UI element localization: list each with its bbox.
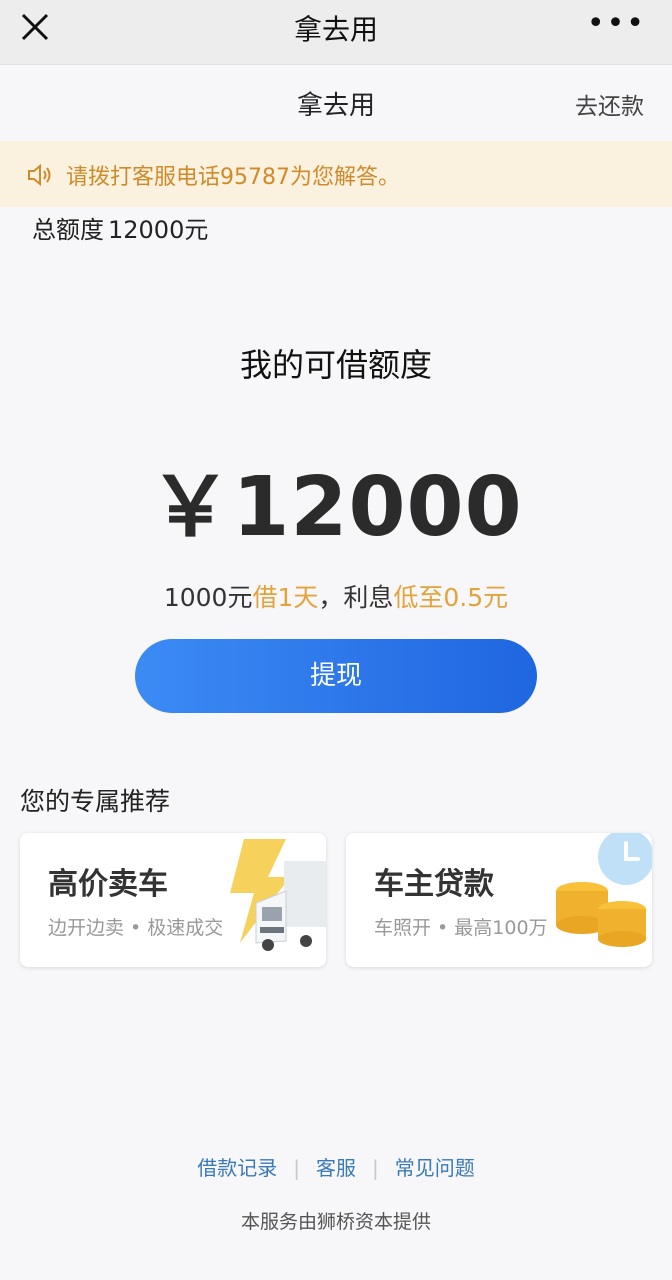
notice-text: 请拨打客服电话95787为您解答。 <box>66 165 400 190</box>
available-credit-amount: ￥12000 <box>149 460 523 555</box>
card-subtitle: 边开边卖 • 极速成交 <box>48 917 224 939</box>
interest-rate-text: 1000元借1天，利息低至0.5元 <box>0 578 672 614</box>
customer-service-link[interactable]: 客服 <box>316 1152 356 1181</box>
link-divider: | <box>293 1156 300 1180</box>
total-credit-value: 12000元 <box>108 216 209 244</box>
repay-link[interactable]: 去还款 <box>575 87 644 121</box>
card-title: 高价卖车 <box>48 867 168 902</box>
coins-icon <box>556 833 652 947</box>
total-credit: 总额度 12000元 <box>28 210 208 245</box>
recommend-title: 您的专属推荐 <box>20 787 171 816</box>
window-title: 拿去用 <box>293 13 378 46</box>
page-header: 拿去用 去还款 <box>0 65 672 141</box>
card-subtitle: 车照开 • 最高100万 <box>374 917 548 939</box>
faq-link[interactable]: 常见问题 <box>395 1152 475 1181</box>
recommend-card-car-loan[interactable]: 车主贷款 车照开 • 最高100万 <box>346 833 652 967</box>
more-options-icon[interactable]: ••• <box>587 6 646 41</box>
rate-highlight-interest: 低至0.5元 <box>393 583 509 612</box>
provider-footer: 本服务由狮桥资本提供 <box>240 1211 431 1233</box>
available-credit-label: 我的可借额度 <box>239 346 432 384</box>
page-title: 拿去用 <box>296 91 375 121</box>
wechat-title-bar: 拿去用 ••• <box>0 0 672 65</box>
recommend-card-sell-car[interactable]: 高价卖车 边开边卖 • 极速成交 <box>20 833 326 967</box>
speaker-icon <box>28 163 51 187</box>
total-credit-label: 总额度 <box>32 216 104 244</box>
card-title: 车主贷款 <box>374 867 494 902</box>
loan-records-link[interactable]: 借款记录 <box>197 1152 277 1181</box>
link-divider: | <box>372 1156 379 1180</box>
truck-icon <box>230 839 326 951</box>
rate-mid: ，利息 <box>318 583 394 612</box>
footer-links: 借款记录 | 客服 | 常见问题 <box>0 1152 672 1181</box>
rate-highlight-days: 借1天 <box>252 583 319 612</box>
withdraw-button[interactable]: 提现 <box>135 639 537 713</box>
rate-prefix: 1000元 <box>163 583 253 612</box>
notice-bar: 请拨打客服电话95787为您解答。 <box>0 141 672 207</box>
